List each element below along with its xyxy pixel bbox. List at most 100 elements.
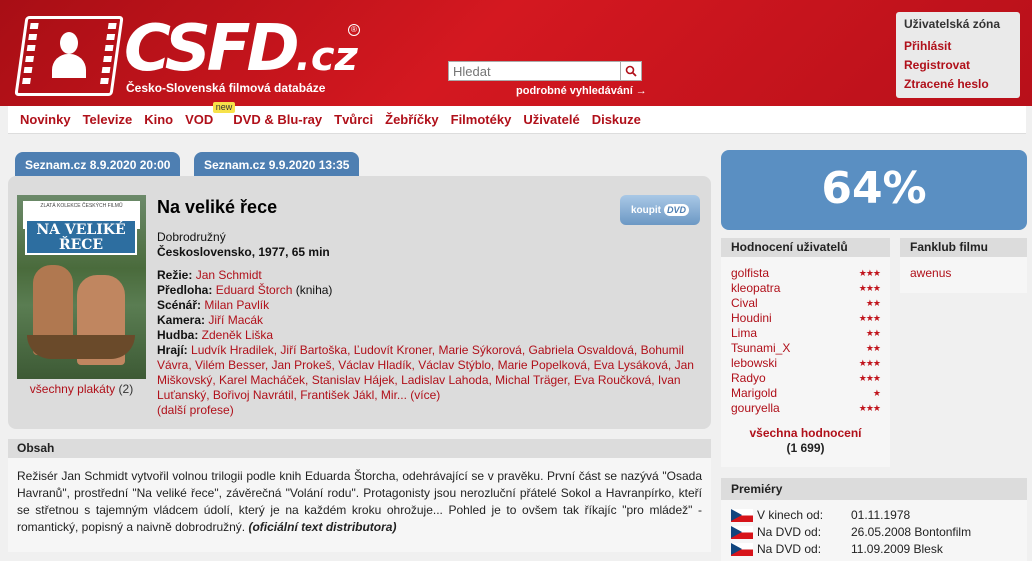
search-box [448, 61, 642, 81]
registered-mark: ® [348, 24, 360, 36]
person-link[interactable]: Zdeněk Liška [202, 328, 273, 342]
film-title: Na veliké řece [157, 197, 278, 217]
credit-kamera: Kamera: Jiří Macák [157, 313, 702, 328]
user-link[interactable]: Marigold [731, 386, 777, 401]
dvd-icon: DVD [663, 204, 689, 216]
user-zone-title: Uživatelská zóna [904, 17, 1001, 31]
stars-icon: ★★★ [858, 268, 881, 278]
buy-label: koupit [630, 204, 661, 216]
stars-icon: ★ [872, 388, 881, 398]
search-icon [625, 65, 637, 77]
nav-uzivatele[interactable]: Uživatelé [523, 112, 579, 127]
poster-title: NA VELIKÉ ŘECE [25, 219, 137, 255]
stars-icon: ★★★ [858, 403, 881, 413]
film-origin: Československo, 1977, 65 min [157, 245, 330, 259]
search-button[interactable] [621, 61, 642, 81]
label: Hudba: [157, 328, 199, 342]
plot-text: Režisér Jan Schmidt vytvořil volnou tril… [8, 458, 711, 552]
person-link[interactable]: Eduard Štorch [216, 283, 293, 297]
stars-icon: ★★ [865, 343, 881, 353]
credit-hudba: Hudba: Zdeněk Liška [157, 328, 702, 343]
label: Předloha: [157, 283, 213, 297]
login-link[interactable]: Přihlásit [904, 37, 1012, 56]
main-nav: Novinky Televize Kino VOD new DVD & Blu-r… [8, 102, 1026, 134]
person-link[interactable]: Jiří Macák [208, 313, 263, 327]
czech-flag-icon [731, 509, 753, 522]
nav-filmoteky[interactable]: Filmotéky [451, 112, 512, 127]
stars-icon: ★★★ [858, 283, 881, 293]
ratings-count: (1 699) [786, 441, 825, 455]
label: Scénář: [157, 298, 202, 312]
premiere-label: Na DVD od: [757, 542, 822, 556]
nav-zebricky[interactable]: Žebříčky [385, 112, 438, 127]
poster-title-line1: NA VELIKÉ [36, 222, 126, 238]
plot-source: (oficiální text distributora) [248, 520, 397, 534]
tv-schedule-tab-2[interactable]: Seznam.cz 9.9.2020 13:35 [194, 152, 360, 176]
all-ratings-link[interactable]: všechna hodnocení [749, 426, 861, 440]
list-item: Na DVD od: 11.09.2009 Blesk [731, 541, 1017, 558]
other-professions-link[interactable]: (další profese) [157, 403, 234, 417]
buy-dvd-button[interactable]: koupit DVD [620, 195, 700, 225]
user-ratings-heading: Hodnocení uživatelů [721, 238, 890, 257]
czech-flag-icon [731, 543, 753, 556]
credit-scenar: Scénář: Milan Pavlík [157, 298, 702, 313]
user-link[interactable]: golfista [731, 266, 769, 281]
plot-heading: Obsah [8, 439, 711, 458]
credit-rezie: Režie: Jan Schmidt [157, 268, 702, 283]
list-item: V kinech od: 01.11.1978 [731, 507, 1017, 524]
premiere-value: 26.05.2008 Bontonfilm [851, 525, 972, 539]
rating-percent: 64% [721, 150, 1027, 230]
label: Hrají: [157, 343, 188, 357]
new-badge: new [212, 102, 236, 113]
film-genre-origin: Dobrodružný Československo, 1977, 65 min [157, 230, 330, 260]
all-posters: všechny plakáty (2) [16, 382, 147, 396]
film-genre: Dobrodružný [157, 230, 226, 244]
nav-vod[interactable]: VOD new [185, 102, 236, 127]
film-credits: Režie: Jan Schmidt Předloha: Eduard Štor… [157, 268, 702, 418]
stars-icon: ★★ [865, 298, 881, 308]
nav-televize[interactable]: Televize [83, 112, 133, 127]
film-panel: ZLATÁ KOLEKCE ČESKÝCH FILMŮ NA VELIKÉ ŘEC… [8, 176, 711, 429]
nav-diskuze[interactable]: Diskuze [592, 112, 641, 127]
more-cast-link[interactable]: (více) [410, 388, 440, 402]
list-item: gouryella ★★★ [731, 401, 881, 416]
all-posters-link[interactable]: všechny plakáty [30, 382, 115, 396]
nav-dvd-bluray[interactable]: DVD & Blu-ray [233, 112, 322, 127]
advanced-search-link[interactable]: podrobné vyhledávání → [516, 85, 647, 97]
person-link[interactable]: Jan Schmidt [196, 268, 262, 282]
poster-title-line2: ŘECE [58, 237, 104, 253]
user-link[interactable]: Radyo [731, 371, 766, 386]
search-input[interactable] [448, 61, 621, 81]
user-link[interactable]: Houdini [731, 311, 772, 326]
person-link[interactable]: Milan Pavlík [204, 298, 269, 312]
film-poster[interactable]: ZLATÁ KOLEKCE ČESKÝCH FILMŮ NA VELIKÉ ŘEC… [17, 195, 146, 379]
user-link[interactable]: Tsunami_X [731, 341, 790, 356]
user-link[interactable]: Cival [731, 296, 758, 311]
user-link[interactable]: lebowski [731, 356, 777, 371]
register-link[interactable]: Registrovat [904, 56, 1012, 75]
user-link[interactable]: Lima [731, 326, 757, 341]
czech-flag-icon [731, 526, 753, 539]
list-item: Houdini ★★★ [731, 311, 881, 326]
fanclub-heading: Fanklub filmu [900, 238, 1027, 257]
list-item: Radyo ★★★ [731, 371, 881, 386]
user-link[interactable]: gouryella [731, 401, 780, 416]
nav-kino[interactable]: Kino [144, 112, 173, 127]
user-link[interactable]: kleopatra [731, 281, 780, 296]
fan-user-link[interactable]: awenus [910, 266, 951, 280]
list-item: kleopatra ★★★ [731, 281, 881, 296]
nav-novinky[interactable]: Novinky [20, 112, 71, 127]
stars-icon: ★★ [865, 328, 881, 338]
csfd-logo[interactable]: CSFD.cz ® Česko-Slovenská filmová databá… [14, 14, 370, 104]
list-item: Cival ★★ [731, 296, 881, 311]
premieres-heading: Premiéry [721, 478, 1027, 500]
lost-password-link[interactable]: Ztracené heslo [904, 75, 1012, 94]
note: (kniha) [295, 283, 333, 297]
premiere-value: 01.11.1978 [851, 508, 911, 522]
stars-icon: ★★★ [858, 358, 881, 368]
user-zone: Uživatelská zóna Přihlásit Registrovat Z… [896, 12, 1020, 98]
posters-count: (2) [118, 382, 134, 396]
tv-schedule-tab-1[interactable]: Seznam.cz 8.9.2020 20:00 [15, 152, 181, 176]
nav-tvurci[interactable]: Tvůrci [334, 112, 373, 127]
list-item: Lima ★★ [731, 326, 881, 341]
